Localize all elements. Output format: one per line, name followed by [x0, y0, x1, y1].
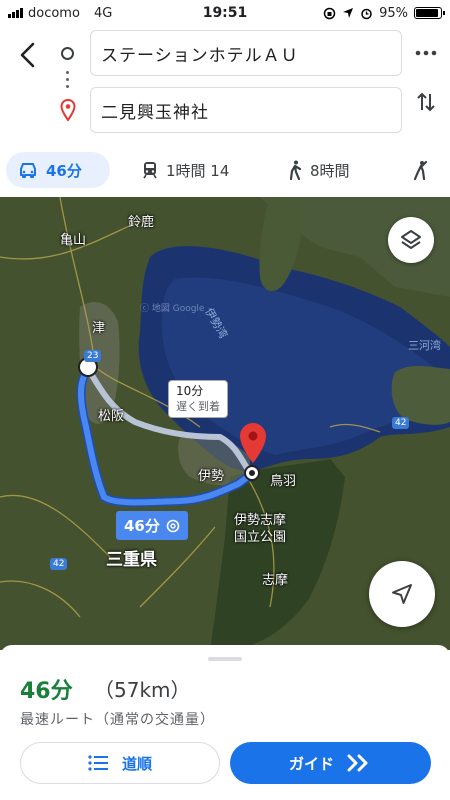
- car-icon: [20, 163, 36, 178]
- more-options-icon[interactable]: [414, 50, 438, 56]
- carrier-label: docomo: [28, 5, 80, 21]
- route-distance: （57km）: [94, 678, 191, 702]
- network-label: 4G: [93, 5, 113, 21]
- map-label-toba: 鳥羽: [270, 474, 297, 489]
- main-route-callout[interactable]: 46分: [116, 511, 188, 540]
- tab-transit-label: 1時間 14: [166, 161, 230, 180]
- travel-mode-tabs: 46分 1時間 14 8時間: [0, 148, 450, 192]
- guide-label: ガイド: [288, 754, 334, 773]
- destination-input[interactable]: 二見興玉神社: [90, 87, 402, 133]
- layers-icon: [401, 230, 421, 249]
- map-label-ise: 伊勢: [198, 469, 225, 484]
- steps-button[interactable]: 道順: [20, 742, 220, 784]
- tab-transit[interactable]: 1時間 14: [130, 152, 241, 188]
- location-arrow-icon: [343, 8, 354, 18]
- rideshare-icon: [413, 160, 428, 180]
- map-label-shima: 志摩: [262, 573, 289, 588]
- road-badge-23: 23: [84, 350, 102, 362]
- main-route-time: 46分: [124, 517, 160, 535]
- tab-drive[interactable]: 46分: [6, 152, 110, 188]
- tab-rideshare[interactable]: [398, 152, 440, 188]
- alternate-route-callout[interactable]: 10分 遅く到着: [168, 380, 228, 418]
- tab-walk[interactable]: 8時間: [276, 152, 362, 188]
- status-bar: docomo 4G 19:51 95%: [0, 0, 450, 26]
- tab-drive-label: 46分: [46, 161, 82, 180]
- road-badge-42: 42: [392, 417, 410, 429]
- list-icon: [88, 755, 108, 771]
- road-badge-42-west: 42: [50, 558, 68, 570]
- map-label-suzuka: 鈴鹿: [128, 215, 155, 230]
- my-location-button[interactable]: [369, 561, 435, 627]
- toll-road-icon: [166, 519, 180, 532]
- route-description: 最速ルート（通常の交通量）: [20, 712, 215, 728]
- navigation-arrow-icon: [392, 584, 412, 604]
- double-chevron-icon: [347, 754, 368, 772]
- alarm-icon: [361, 8, 372, 19]
- tab-walk-label: 8時間: [310, 161, 350, 180]
- layers-button[interactable]: [388, 217, 434, 263]
- map-label-tsu: 津: [92, 321, 106, 336]
- sheet-drag-handle[interactable]: [208, 657, 242, 661]
- train-icon: [143, 162, 157, 179]
- back-arrow-icon[interactable]: [14, 40, 44, 70]
- alternate-route-time: 10分: [176, 384, 204, 398]
- battery-icon: [414, 7, 445, 19]
- map-label-kameyama: 亀山: [60, 233, 87, 248]
- alternate-route-note: 遅く到着: [176, 400, 220, 413]
- steps-label: 道順: [121, 754, 152, 773]
- orientation-lock-icon: [323, 7, 336, 19]
- route-summary-sheet: 46分 （57km） 最速ルート（通常の交通量） 道順 ガイド: [0, 645, 450, 800]
- walk-icon: [289, 160, 302, 180]
- route-dots-icon: [66, 71, 69, 92]
- map-view[interactable]: 鈴鹿 亀山 津 松阪 伊勢 鳥羽 三重県 伊勢志摩 国立公園 志摩 伊勢湾 三河…: [0, 197, 450, 650]
- origin-marker-icon: [61, 47, 74, 60]
- map-label-mikawa-bay: 三河湾: [408, 339, 441, 352]
- origin-input[interactable]: ステーションホテルＡＵ: [90, 30, 402, 76]
- map-label-mie: 三重県: [106, 550, 157, 570]
- map-label-park-2: 国立公園: [234, 530, 287, 545]
- signal-icon: [8, 8, 23, 18]
- battery-percent: 95%: [379, 5, 408, 21]
- guide-button[interactable]: ガイド: [230, 742, 431, 784]
- map-watermark: ⓒ 地図 Google: [140, 304, 205, 314]
- swap-icon[interactable]: [414, 90, 438, 114]
- destination-pin-icon: [60, 99, 76, 121]
- map-label-matsusaka: 松阪: [98, 409, 125, 424]
- route-duration: 46分: [20, 679, 73, 704]
